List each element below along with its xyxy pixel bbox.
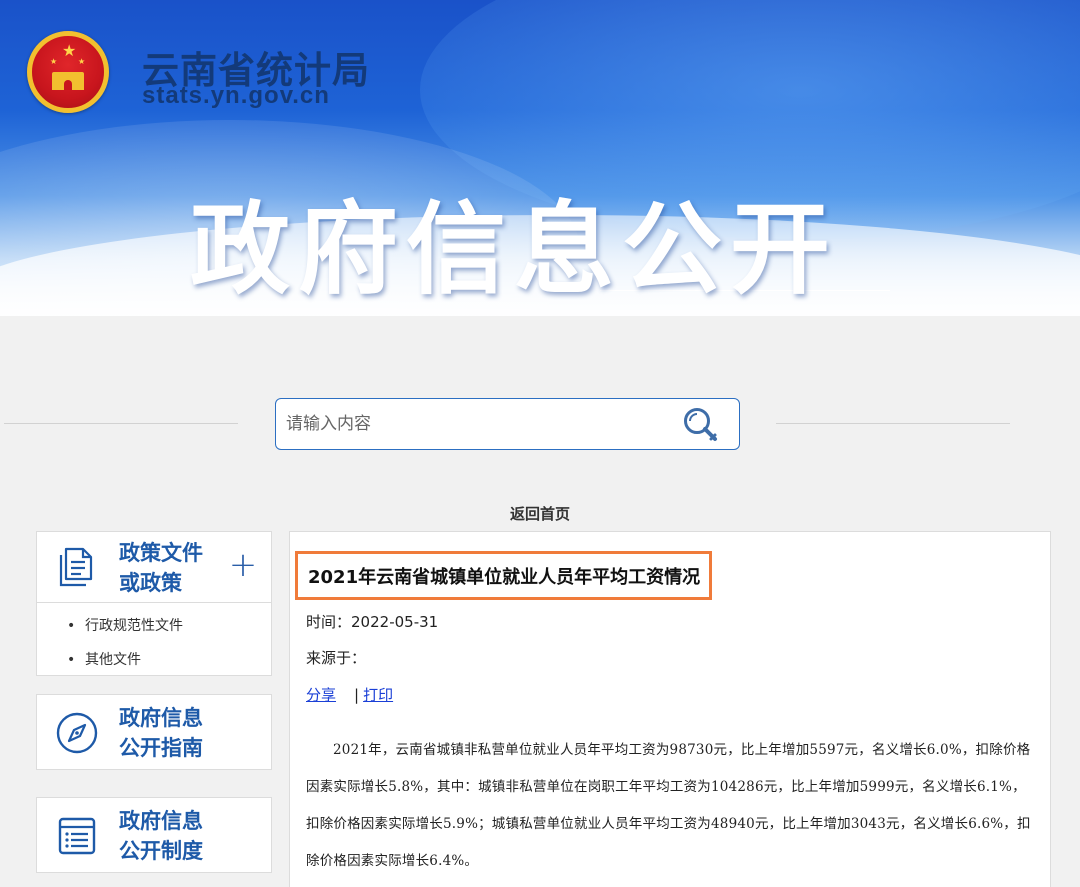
compass-icon bbox=[56, 712, 98, 754]
action-separator: | bbox=[354, 686, 360, 704]
site-domain[interactable]: stats.yn.gov.cn bbox=[142, 82, 330, 110]
search-box bbox=[275, 398, 740, 450]
sidebar-card-disclosure-guide[interactable]: 政府信息 公开指南 bbox=[36, 694, 272, 770]
national-emblem-icon[interactable]: ★ ★ ★ bbox=[27, 31, 109, 113]
document-icon bbox=[59, 547, 93, 587]
back-home-link[interactable]: 返回首页 bbox=[510, 503, 570, 524]
sidebar-card-title-line1: 政府信息 bbox=[119, 809, 203, 833]
sidebar-card-title-line1: 政策文件 bbox=[119, 541, 203, 565]
article-title: 2021年云南省城镇单位就业人员年平均工资情况 bbox=[308, 566, 701, 588]
sidebar-item-label: 其他文件 bbox=[85, 652, 141, 668]
time-value: 2022-05-31 bbox=[351, 613, 439, 631]
article-body: 2021年，云南省城镇非私营单位就业人员年平均工资为98730元，比上年增加55… bbox=[306, 742, 1031, 869]
sidebar-card-disclosure-system[interactable]: 政府信息 公开制度 bbox=[36, 797, 272, 873]
star-icon: ★ bbox=[78, 57, 86, 66]
star-icon: ★ bbox=[50, 57, 58, 66]
search-input[interactable] bbox=[286, 411, 666, 437]
sidebar-card-title-line2: 或政策 bbox=[119, 571, 182, 595]
header-banner: ★ ★ ★ 云南省统计局 stats.yn.gov.cn 政府信息公开 bbox=[0, 0, 1080, 316]
sidebar-policy-submenu: 行政规范性文件 其他文件 bbox=[36, 603, 272, 677]
article-panel: 2021年云南省城镇单位就业人员年平均工资情况 时间：2022-05-31 来源… bbox=[289, 531, 1051, 887]
share-link[interactable]: 分享 bbox=[306, 686, 336, 704]
sidebar-card-title-line2: 公开指南 bbox=[119, 736, 203, 760]
sidebar-card-title: 政策文件 或政策 bbox=[119, 538, 229, 598]
sidebar-card-title-line2: 公开制度 bbox=[119, 839, 203, 863]
article-actions: 分享 | 打印 bbox=[306, 684, 393, 705]
search-divider-left bbox=[4, 423, 238, 424]
sidebar-item-other-documents[interactable]: 其他文件 bbox=[37, 643, 271, 677]
search-divider-right bbox=[776, 423, 1010, 424]
article-source: 来源于： bbox=[306, 649, 367, 667]
time-label: 时间： bbox=[306, 613, 352, 631]
sidebar-card-policy-documents[interactable]: 政策文件 或政策 + bbox=[36, 531, 272, 603]
list-icon bbox=[58, 817, 96, 855]
search-icon[interactable] bbox=[680, 404, 722, 446]
article-publish-time: 时间：2022-05-31 bbox=[306, 611, 438, 632]
article-title-highlight: 2021年云南省城镇单位就业人员年平均工资情况 bbox=[295, 551, 712, 600]
print-link[interactable]: 打印 bbox=[363, 686, 393, 704]
sidebar-card-title-line1: 政府信息 bbox=[119, 706, 203, 730]
page-title: 政府信息公开 bbox=[190, 191, 838, 308]
star-icon: ★ bbox=[62, 41, 77, 60]
sidebar-item-label: 行政规范性文件 bbox=[85, 618, 183, 634]
sidebar-card-title: 政府信息 公开制度 bbox=[119, 806, 229, 866]
sidebar-item-administrative-normative[interactable]: 行政规范性文件 bbox=[37, 609, 271, 643]
expand-plus-icon[interactable]: + bbox=[227, 548, 259, 582]
sidebar-card-title: 政府信息 公开指南 bbox=[119, 703, 229, 763]
gate-icon bbox=[52, 72, 84, 90]
